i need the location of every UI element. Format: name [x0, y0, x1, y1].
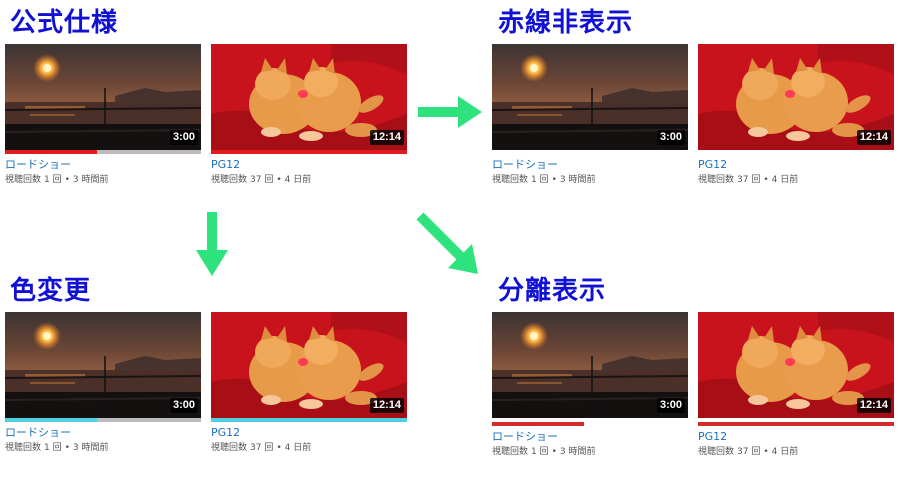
section-title-recolor: 色変更 — [10, 276, 92, 306]
views-label: 視聴回数 — [492, 175, 529, 185]
video-meta: 視聴回数 1 回 • 3 時間前 — [5, 174, 201, 186]
video-meta: 視聴回数 37 回 • 4 日前 — [698, 446, 894, 458]
meta-separator: • — [551, 447, 557, 457]
progress-fill — [492, 422, 585, 426]
views-count: 37 回 — [250, 175, 274, 185]
video-thumbnail[interactable]: 12:14 — [698, 312, 894, 418]
duration-badge: 3:00 — [656, 398, 685, 413]
video-thumbnail[interactable]: 3:00 — [492, 44, 688, 150]
video-title-link[interactable]: PG12 — [698, 430, 894, 443]
arrow-right-icon — [418, 96, 482, 128]
progress-bar — [698, 422, 894, 426]
duration-badge: 12:14 — [369, 398, 404, 413]
meta-separator: • — [64, 443, 70, 453]
video-title-link[interactable]: ロードショー — [492, 158, 688, 171]
video-meta: 視聴回数 1 回 • 3 時間前 — [492, 446, 688, 458]
duration-badge: 12:14 — [369, 130, 404, 145]
meta-separator: • — [763, 447, 769, 457]
video-title-link[interactable]: PG12 — [211, 426, 407, 439]
video-meta: 視聴回数 1 回 • 3 時間前 — [492, 174, 688, 186]
views-count: 1 回 — [531, 447, 549, 457]
progress-bar — [5, 150, 201, 154]
video-thumbnail[interactable]: 3:00 — [5, 312, 201, 418]
duration-badge: 12:14 — [856, 398, 891, 413]
upload-time: 3 時間前 — [72, 443, 109, 453]
views-label: 視聴回数 — [5, 175, 42, 185]
video-thumbnail[interactable]: 12:14 — [211, 312, 407, 418]
video-card[interactable]: 3:00 ロードショー 視聴回数 1 回 • 3 時間前 — [5, 312, 201, 454]
views-count: 37 回 — [250, 443, 274, 453]
video-card[interactable]: 12:14 PG12 視聴回数 37 回 • 4 日前 — [698, 312, 894, 458]
views-count: 37 回 — [737, 175, 761, 185]
duration-badge: 3:00 — [169, 398, 198, 413]
progress-fill — [211, 150, 407, 154]
arrow-diagonal-icon — [416, 212, 478, 274]
video-card[interactable]: 12:14 PG12 視聴回数 37 回 • 4 日前 — [211, 44, 407, 186]
views-count: 1 回 — [44, 443, 62, 453]
upload-time: 4 日前 — [284, 175, 312, 185]
video-card[interactable]: 12:14 PG12 視聴回数 37 回 • 4 日前 — [698, 44, 894, 186]
progress-fill — [5, 418, 98, 422]
video-meta: 視聴回数 37 回 • 4 日前 — [211, 442, 407, 454]
section-title-official: 公式仕様 — [10, 8, 119, 38]
progress-bar — [211, 418, 407, 422]
progress-fill — [698, 422, 894, 426]
video-title-link[interactable]: ロードショー — [5, 426, 201, 439]
upload-time: 4 日前 — [771, 175, 799, 185]
views-label: 視聴回数 — [698, 175, 735, 185]
video-title-link[interactable]: PG12 — [698, 158, 894, 171]
meta-separator: • — [763, 175, 769, 185]
progress-fill — [5, 150, 98, 154]
upload-time: 4 日前 — [284, 443, 312, 453]
views-label: 視聴回数 — [698, 447, 735, 457]
duration-badge: 3:00 — [656, 130, 685, 145]
meta-separator: • — [551, 175, 557, 185]
video-thumbnail[interactable]: 12:14 — [698, 44, 894, 150]
duration-badge: 12:14 — [856, 130, 891, 145]
video-title-link[interactable]: ロードショー — [492, 430, 688, 443]
upload-time: 3 時間前 — [559, 447, 596, 457]
meta-separator: • — [276, 443, 282, 453]
progress-bar-hidden — [698, 150, 894, 154]
views-label: 視聴回数 — [5, 443, 42, 453]
upload-time: 4 日前 — [771, 447, 799, 457]
views-label: 視聴回数 — [492, 447, 529, 457]
section-title-separated: 分離表示 — [498, 276, 607, 306]
views-count: 1 回 — [44, 175, 62, 185]
views-label: 視聴回数 — [211, 175, 248, 185]
video-thumbnail[interactable]: 3:00 — [5, 44, 201, 150]
progress-bar-hidden — [492, 150, 688, 154]
meta-separator: • — [276, 175, 282, 185]
duration-badge: 3:00 — [169, 130, 198, 145]
video-card[interactable]: 12:14 PG12 視聴回数 37 回 • 4 日前 — [211, 312, 407, 454]
progress-bar — [492, 422, 688, 426]
video-meta: 視聴回数 37 回 • 4 日前 — [698, 174, 894, 186]
video-meta: 視聴回数 1 回 • 3 時間前 — [5, 442, 201, 454]
views-count: 37 回 — [737, 447, 761, 457]
arrow-down-icon — [196, 212, 228, 276]
video-thumbnail[interactable]: 12:14 — [211, 44, 407, 150]
meta-separator: • — [64, 175, 70, 185]
progress-fill — [211, 418, 407, 422]
video-card[interactable]: 3:00 ロードショー 視聴回数 1 回 • 3 時間前 — [5, 44, 201, 186]
views-count: 1 回 — [531, 175, 549, 185]
upload-time: 3 時間前 — [559, 175, 596, 185]
video-title-link[interactable]: ロードショー — [5, 158, 201, 171]
video-card[interactable]: 3:00 ロードショー 視聴回数 1 回 • 3 時間前 — [492, 312, 688, 458]
views-label: 視聴回数 — [211, 443, 248, 453]
progress-bar — [211, 150, 407, 154]
video-title-link[interactable]: PG12 — [211, 158, 407, 171]
video-card[interactable]: 3:00 ロードショー 視聴回数 1 回 • 3 時間前 — [492, 44, 688, 186]
video-thumbnail[interactable]: 3:00 — [492, 312, 688, 418]
progress-bar — [5, 418, 201, 422]
video-meta: 視聴回数 37 回 • 4 日前 — [211, 174, 407, 186]
upload-time: 3 時間前 — [72, 175, 109, 185]
section-title-hidden: 赤線非表示 — [498, 8, 634, 38]
